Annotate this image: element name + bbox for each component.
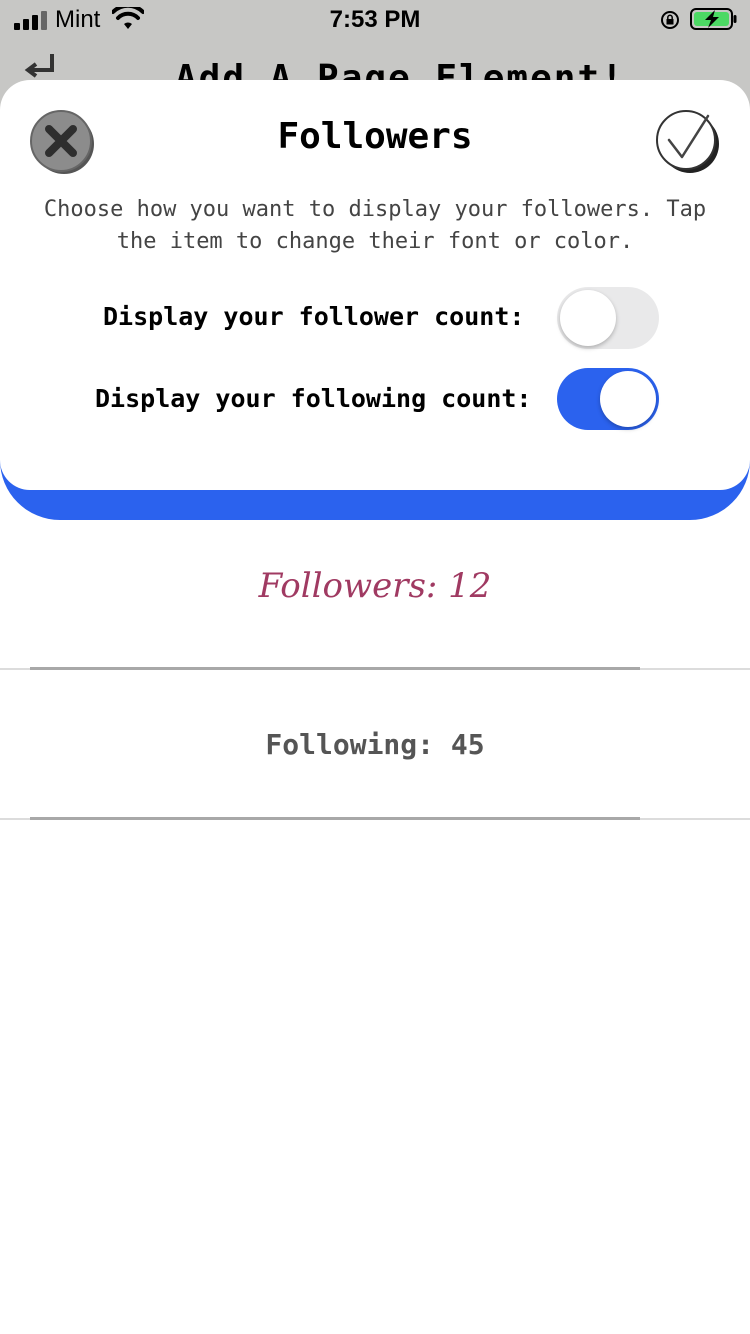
follower-count-toggle[interactable] [557, 287, 659, 349]
sheet-description: Choose how you want to display your foll… [43, 197, 707, 254]
status-bar: Mint 7:53 PM [0, 0, 750, 40]
following-count-item[interactable]: Following: 45 [0, 728, 750, 761]
divider [0, 817, 750, 820]
toggle-knob [600, 371, 656, 427]
followers-count-item[interactable]: Followers: 12 [0, 566, 750, 606]
back-arrow-icon[interactable] [20, 52, 60, 82]
rotation-lock-icon [661, 11, 679, 29]
battery-charging-icon [690, 8, 737, 30]
status-time: 7:53 PM [329, 6, 421, 33]
divider [0, 667, 750, 670]
following-count-toggle[interactable] [557, 368, 659, 430]
follower-count-label: Display your follower count: [103, 302, 525, 331]
following-count-label: Display your following count: [95, 384, 532, 413]
toggle-knob [560, 290, 616, 346]
sheet-title: Followers [277, 116, 473, 157]
